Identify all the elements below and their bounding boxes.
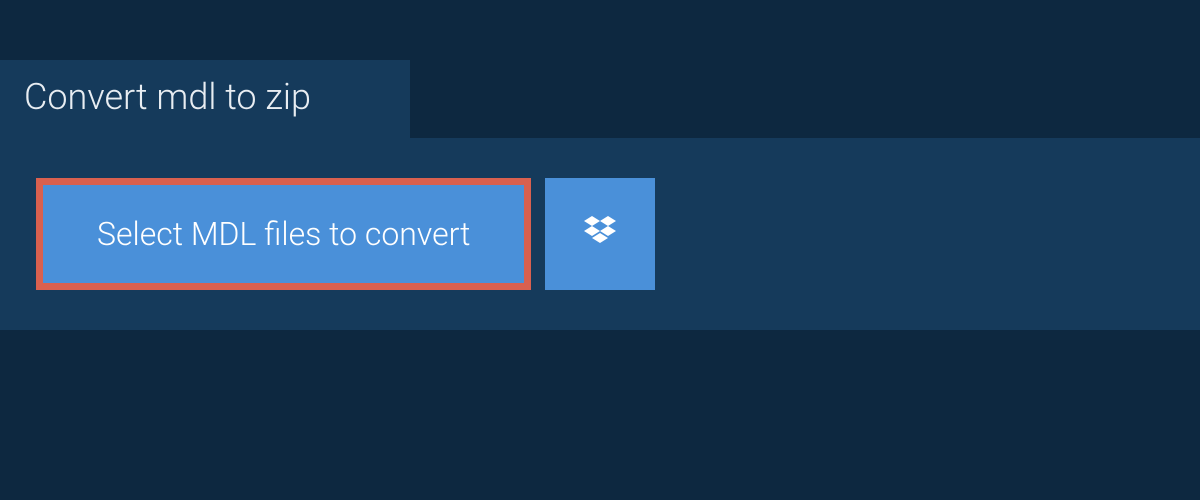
tab-label: Convert mdl to zip: [24, 76, 311, 118]
select-files-label: Select MDL files to convert: [97, 215, 470, 253]
select-files-button[interactable]: Select MDL files to convert: [36, 178, 531, 290]
dropbox-button[interactable]: [545, 178, 655, 290]
tab-convert[interactable]: Convert mdl to zip: [0, 60, 410, 138]
tab-bar: Convert mdl to zip: [0, 0, 1200, 138]
button-row: Select MDL files to convert: [36, 178, 1164, 290]
dropbox-icon: [580, 212, 620, 256]
main-panel: Select MDL files to convert: [0, 138, 1200, 330]
